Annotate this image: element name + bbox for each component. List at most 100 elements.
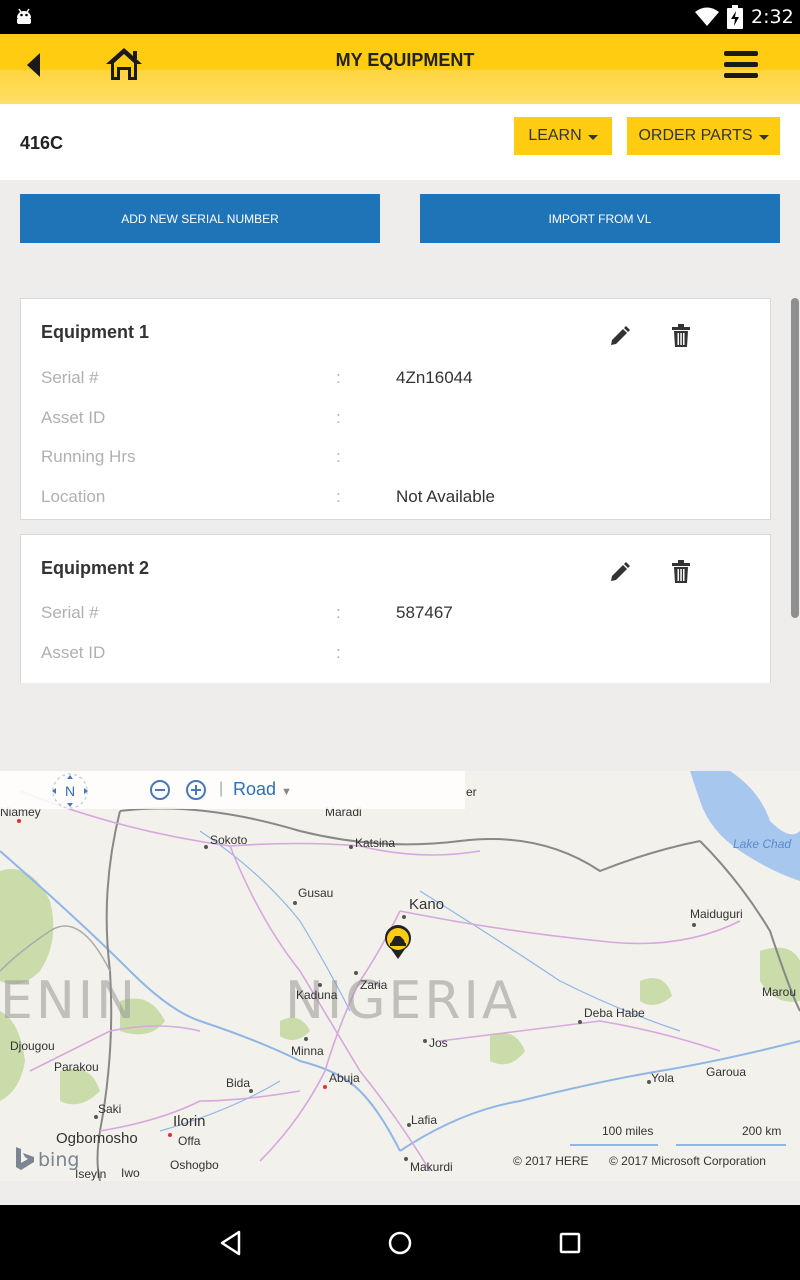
city-dot xyxy=(293,901,297,905)
equipment-list[interactable]: Equipment 1 Serial # : 4Zn16044 Asset ID… xyxy=(20,298,771,683)
wifi-icon xyxy=(695,7,719,26)
asset-id-row: Asset ID : xyxy=(41,643,741,667)
learn-dropdown-button[interactable]: LEARN xyxy=(514,117,612,155)
hamburger-menu-icon[interactable] xyxy=(724,51,762,81)
city-dot xyxy=(318,983,322,987)
map-view[interactable]: ENIN NIGERIA Lake Chad Niamey Maradi er … xyxy=(0,771,800,1181)
caret-down-icon: ▼ xyxy=(281,786,292,798)
order-parts-dropdown-button[interactable]: ORDER PARTS xyxy=(627,117,780,155)
row-label: Asset ID xyxy=(41,408,106,427)
android-notification-icon xyxy=(17,8,31,24)
place-label: Parakou xyxy=(54,1060,99,1074)
page-title: MY EQUIPMENT xyxy=(335,50,475,70)
place-label: Kaduna xyxy=(296,988,338,1002)
system-navigation-bar xyxy=(0,1205,800,1280)
place-label: Kano xyxy=(409,896,445,913)
model-bar: 416C LEARN ORDER PARTS xyxy=(0,104,800,180)
place-label: Katsina xyxy=(355,836,396,850)
row-separator: : xyxy=(336,368,341,387)
place-label: Saki xyxy=(98,1102,122,1116)
place-label: Jos xyxy=(429,1036,448,1050)
place-label: Garoua xyxy=(706,1065,747,1079)
equipment-location-marker-icon[interactable] xyxy=(382,924,414,960)
city-dot xyxy=(17,819,21,823)
compass-navigation-icon[interactable]: N xyxy=(40,773,100,809)
nav-home-icon[interactable] xyxy=(386,1229,414,1257)
row-label: Asset ID xyxy=(41,643,106,662)
place-label: Makurdi xyxy=(410,1160,453,1174)
menu-line xyxy=(724,51,758,56)
row-label: Running Hrs xyxy=(41,447,136,466)
place-label: Gusau xyxy=(298,886,334,900)
equipment-card: Equipment 2 Serial # : 587467 Asset ID : xyxy=(20,534,771,683)
zoom-in-icon[interactable] xyxy=(185,779,207,801)
serial-row: Serial # : 4Zn16044 xyxy=(41,368,741,392)
city-dot xyxy=(404,1157,408,1161)
row-value: 4Zn16044 xyxy=(396,368,473,387)
city-dot xyxy=(168,1133,172,1137)
place-label: Marou xyxy=(762,985,797,999)
status-bar: 2:32 xyxy=(0,0,800,34)
row-separator: : xyxy=(336,447,341,466)
map-type-dropdown[interactable]: Road ▼ xyxy=(233,779,292,800)
map-type-label: Road xyxy=(233,779,277,799)
map-toolbar: N | Road ▼ xyxy=(0,771,465,809)
serial-row: Serial # : 587467 xyxy=(41,603,741,627)
place-label: Deba Habe xyxy=(584,1006,645,1020)
city-dot xyxy=(578,1020,582,1024)
lake-label: Lake Chad xyxy=(733,837,792,851)
place-label: er xyxy=(466,785,477,799)
trash-icon[interactable] xyxy=(671,560,691,584)
import-from-vl-button[interactable]: IMPORT FROM VL xyxy=(420,194,780,243)
list-scrollbar[interactable] xyxy=(791,298,799,618)
place-label: Abuja xyxy=(329,1071,360,1085)
place-label: Offa xyxy=(178,1134,201,1148)
place-label: Sokoto xyxy=(210,833,248,847)
city-dot xyxy=(692,923,696,927)
city-dot xyxy=(304,1037,308,1041)
edit-pencil-icon[interactable] xyxy=(609,325,631,347)
asset-id-row: Asset ID : xyxy=(41,408,741,432)
caret-down-icon xyxy=(587,134,598,140)
place-label: Zaria xyxy=(360,978,388,992)
row-label: Serial # xyxy=(41,368,99,387)
order-parts-label: ORDER PARTS xyxy=(638,127,753,144)
trash-icon[interactable] xyxy=(671,324,691,348)
place-label: Yola xyxy=(651,1071,674,1085)
row-label: Location xyxy=(41,487,106,506)
equipment-title: Equipment 1 xyxy=(41,322,150,342)
row-separator: : xyxy=(336,643,341,662)
row-value: Not Available xyxy=(396,487,495,506)
running-hrs-row: Running Hrs : xyxy=(41,447,741,471)
scale-km: 200 km xyxy=(742,1124,782,1138)
zoom-out-icon[interactable] xyxy=(149,779,171,801)
toolbar-divider: | xyxy=(219,780,224,797)
place-label: Iwo xyxy=(121,1166,140,1180)
city-dot xyxy=(354,971,358,975)
scale-miles: 100 miles xyxy=(602,1124,654,1138)
city-dot xyxy=(423,1039,427,1043)
learn-label: LEARN xyxy=(528,127,582,144)
row-value: 587467 xyxy=(396,603,453,622)
status-time: 2:32 xyxy=(751,6,794,28)
add-new-serial-number-button[interactable]: ADD NEW SERIAL NUMBER xyxy=(20,194,380,243)
place-label: Minna xyxy=(291,1044,324,1058)
nav-recent-apps-icon[interactable] xyxy=(556,1229,584,1257)
equipment-title: Equipment 2 xyxy=(41,558,150,578)
bing-logo: bing xyxy=(16,1147,79,1171)
app-header: MY EQUIPMENT xyxy=(0,34,800,104)
place-label: Maiduguri xyxy=(690,907,743,921)
menu-line xyxy=(724,73,758,78)
edit-pencil-icon[interactable] xyxy=(609,561,631,583)
country-label-benin: ENIN xyxy=(0,971,138,1031)
nav-back-icon[interactable] xyxy=(217,1229,245,1257)
place-label: Ilorin xyxy=(173,1113,206,1130)
place-label: Djougou xyxy=(10,1039,55,1053)
place-label: Lafia xyxy=(411,1113,438,1127)
row-separator: : xyxy=(336,487,341,506)
compass-label: N xyxy=(65,783,75,799)
copyright-microsoft: © 2017 Microsoft Corporation xyxy=(609,1154,766,1168)
row-separator: : xyxy=(336,408,341,427)
bing-wordmark: bing xyxy=(38,1149,79,1171)
menu-line xyxy=(724,62,758,67)
